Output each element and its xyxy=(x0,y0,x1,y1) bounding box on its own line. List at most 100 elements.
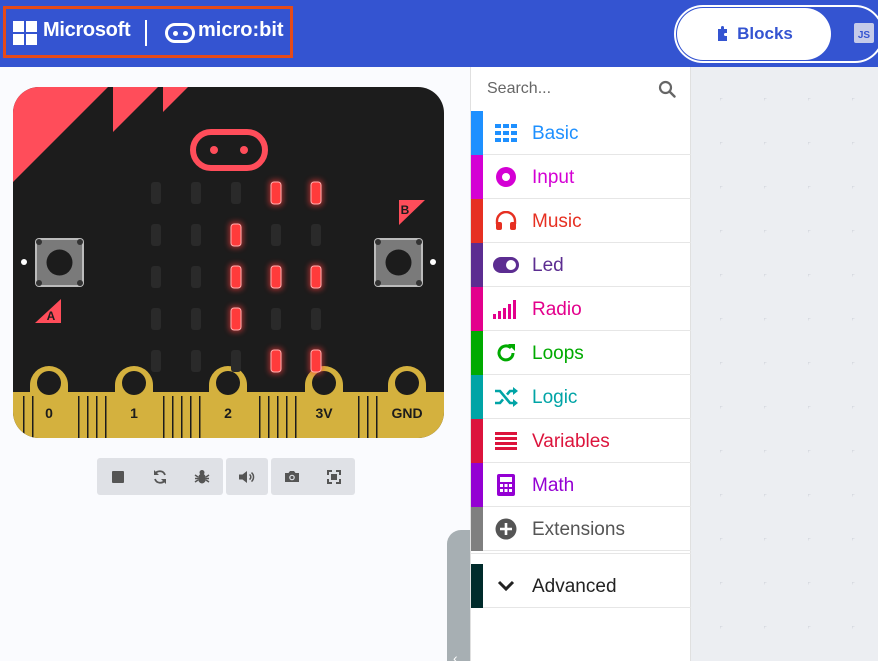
category-label: Basic xyxy=(532,123,579,144)
simulator-toolbar xyxy=(97,458,355,495)
shuffle-icon xyxy=(493,385,519,409)
led-off[interactable] xyxy=(191,266,201,288)
category-color-bar xyxy=(471,507,483,551)
chevron-down-icon xyxy=(493,574,519,598)
lines-icon xyxy=(493,429,519,453)
led-on[interactable] xyxy=(310,349,322,373)
led-off[interactable] xyxy=(271,224,281,246)
tab-js-label: JS xyxy=(857,30,871,41)
pin-label-gnd: GND xyxy=(391,405,422,421)
workspace-grid xyxy=(691,67,878,661)
led-on[interactable] xyxy=(310,265,322,289)
blocks-workspace[interactable] xyxy=(691,67,878,661)
simulator-pane: 0 1 2 3V GND A B xyxy=(0,67,470,661)
category-label: Input xyxy=(532,167,575,188)
led-off[interactable] xyxy=(151,224,161,246)
led-off[interactable] xyxy=(191,350,201,372)
mute-icon xyxy=(239,470,255,483)
button-a[interactable] xyxy=(35,238,84,287)
led-on[interactable] xyxy=(230,307,242,331)
category-label: Math xyxy=(532,475,575,496)
led-off[interactable] xyxy=(151,350,161,372)
category-math[interactable]: Math xyxy=(471,463,691,507)
led-off[interactable] xyxy=(271,308,281,330)
mute-button[interactable] xyxy=(226,458,268,495)
toolbox-divider xyxy=(471,553,691,557)
led-off[interactable] xyxy=(151,182,161,204)
brand-divider xyxy=(145,20,147,46)
sim-control-group xyxy=(97,458,223,495)
category-loops[interactable]: Loops xyxy=(471,331,691,375)
led-on[interactable] xyxy=(270,181,282,205)
led-off[interactable] xyxy=(151,266,161,288)
plus-circle-icon xyxy=(493,517,519,541)
tab-javascript[interactable]: JS xyxy=(854,23,874,43)
category-label: Logic xyxy=(532,387,578,408)
pin-label-1: 1 xyxy=(130,405,138,421)
tab-blocks-label: Blocks xyxy=(737,24,793,43)
fullscreen-icon xyxy=(327,469,341,484)
category-color-bar xyxy=(471,243,483,287)
chevron-left-icon: ‹ xyxy=(453,650,458,661)
button-b[interactable] xyxy=(374,238,423,287)
microbit-board[interactable]: 0 1 2 3V GND A B xyxy=(13,87,444,438)
restart-button[interactable] xyxy=(139,458,181,495)
category-logic[interactable]: Logic xyxy=(471,375,691,419)
search-icon[interactable] xyxy=(658,80,676,98)
screenshot-button[interactable] xyxy=(271,458,313,495)
category-color-bar xyxy=(471,111,483,155)
toolbox-search xyxy=(471,67,691,111)
microsoft-logo-icon xyxy=(13,21,37,45)
button-b-label: B xyxy=(401,203,410,217)
toggle-icon xyxy=(493,253,519,277)
category-label: Loops xyxy=(532,343,584,364)
debug-icon xyxy=(194,469,210,483)
puzzle-icon xyxy=(718,26,728,41)
led-on[interactable] xyxy=(310,181,322,205)
blocks-toolbox: Basic Input Music Led Radio Loops xyxy=(470,67,691,661)
category-color-bar xyxy=(471,419,483,463)
led-on[interactable] xyxy=(270,265,282,289)
signal-bars-icon xyxy=(493,297,519,321)
category-color-bar xyxy=(471,199,483,243)
grid-icon xyxy=(493,121,519,145)
category-color-bar xyxy=(471,463,483,507)
tab-blocks[interactable]: Blocks xyxy=(677,8,831,60)
button-a-label: A xyxy=(47,309,56,323)
led-off[interactable] xyxy=(191,182,201,204)
sim-audio-group xyxy=(226,458,268,495)
led-off[interactable] xyxy=(191,224,201,246)
led-off[interactable] xyxy=(311,308,321,330)
debug-button[interactable] xyxy=(181,458,223,495)
led-on[interactable] xyxy=(270,349,282,373)
stop-icon xyxy=(112,470,124,483)
pin-label-3v: 3V xyxy=(315,405,333,421)
led-off[interactable] xyxy=(231,182,241,204)
microsoft-brand-label: Microsoft xyxy=(43,19,131,41)
refresh-icon xyxy=(493,341,519,365)
led-off[interactable] xyxy=(151,308,161,330)
category-color-bar xyxy=(471,375,483,419)
category-radio[interactable]: Radio xyxy=(471,287,691,331)
category-led[interactable]: Led xyxy=(471,243,691,287)
category-label: Variables xyxy=(532,431,610,452)
led-off[interactable] xyxy=(311,224,321,246)
category-music[interactable]: Music xyxy=(471,199,691,243)
led-off[interactable] xyxy=(231,350,241,372)
led-off[interactable] xyxy=(191,308,201,330)
category-label: Advanced xyxy=(532,576,617,597)
stop-button[interactable] xyxy=(97,458,139,495)
makecode-editor: Microsoft micro:bit Blocks JS 0 1 2 3V G… xyxy=(0,0,878,661)
category-variables[interactable]: Variables xyxy=(471,419,691,463)
restart-icon xyxy=(154,469,166,484)
fullscreen-button[interactable] xyxy=(313,458,355,495)
led-on[interactable] xyxy=(230,265,242,289)
category-label: Radio xyxy=(532,299,582,320)
microbit-brand-label: micro:bit xyxy=(198,19,284,41)
search-input[interactable] xyxy=(487,79,657,99)
category-advanced[interactable]: Advanced xyxy=(471,564,691,608)
category-basic[interactable]: Basic xyxy=(471,111,691,155)
category-extensions[interactable]: Extensions xyxy=(471,507,691,551)
category-input[interactable]: Input xyxy=(471,155,691,199)
led-on[interactable] xyxy=(230,223,242,247)
